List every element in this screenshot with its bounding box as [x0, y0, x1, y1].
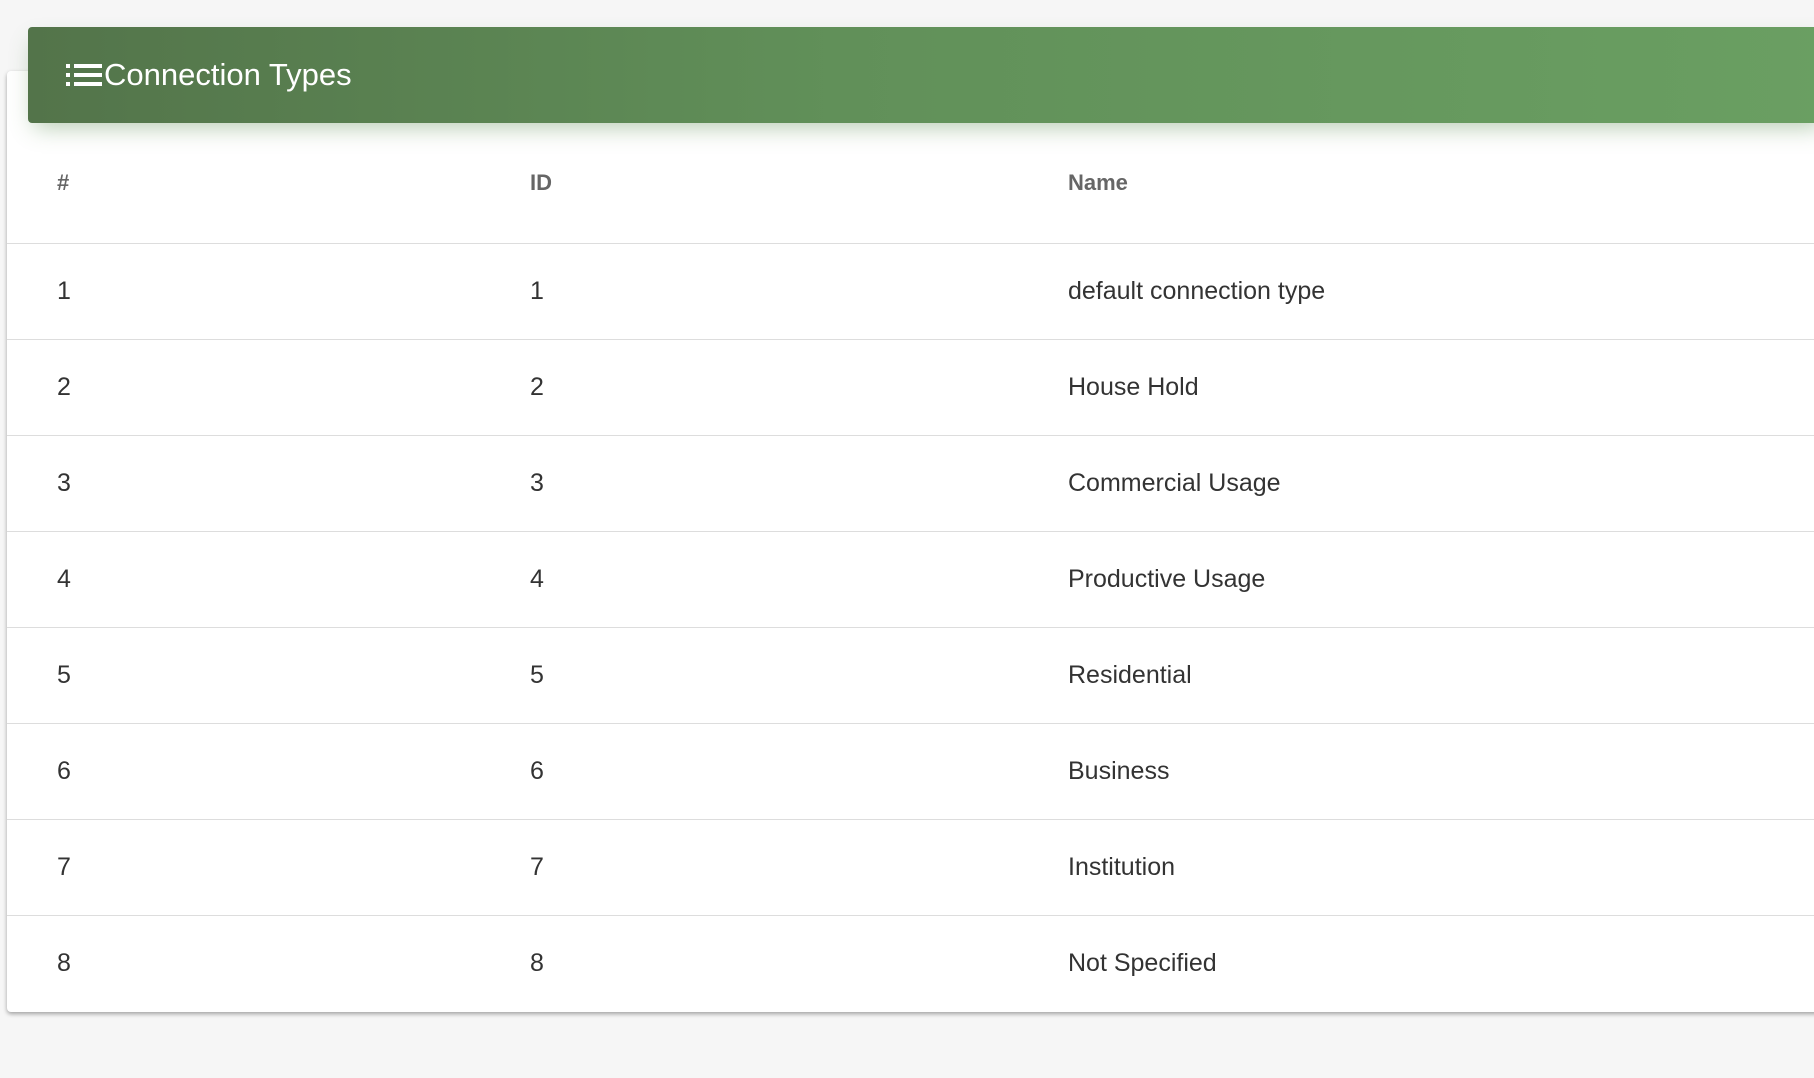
table-row[interactable]: 6 6 Business [7, 724, 1814, 820]
cell-index: 8 [57, 949, 71, 978]
table-row[interactable]: 8 8 Not Specified [7, 916, 1814, 1012]
cell-index: 4 [57, 565, 71, 593]
cell-id: 5 [530, 661, 544, 689]
list-icon [66, 64, 102, 86]
table-row[interactable]: 1 1 default connection type [7, 244, 1814, 340]
cell-index: 5 [57, 661, 71, 689]
cell-id: 6 [530, 757, 544, 785]
table-row[interactable]: 3 3 Commercial Usage [7, 436, 1814, 532]
page-title: Connection Types [104, 57, 352, 92]
table-row[interactable]: 4 4 Productive Usage [7, 532, 1814, 628]
cell-id: 2 [530, 373, 544, 401]
connection-types-table: # ID Name 1 1 default connection type 2 2 Hou… [7, 123, 1814, 1012]
table-header-row: # ID Name [7, 123, 1814, 244]
cell-index: 6 [57, 757, 71, 785]
cell-name: Commercial Usage [1068, 469, 1281, 497]
cell-id: 4 [530, 565, 544, 593]
table-row[interactable]: 5 5 Residential [7, 628, 1814, 724]
column-header-name[interactable]: Name [1068, 123, 1814, 244]
cell-name: default connection type [1068, 277, 1326, 305]
cell-id: 7 [530, 853, 544, 881]
cell-id: 3 [530, 469, 544, 497]
cell-index: 3 [57, 469, 71, 497]
cell-name: Institution [1068, 853, 1176, 881]
cell-index: 2 [57, 373, 71, 401]
cell-name: Not Specified [1068, 949, 1217, 978]
table-row[interactable]: 7 7 Institution [7, 820, 1814, 916]
cell-name: Residential [1068, 661, 1192, 689]
column-header-index[interactable]: # [7, 123, 530, 244]
cell-id: 1 [530, 277, 544, 305]
cell-name: Business [1068, 757, 1170, 785]
card-header: Connection Types [28, 27, 1814, 123]
cell-id: 8 [530, 949, 544, 978]
table-row[interactable]: 2 2 House Hold [7, 340, 1814, 436]
cell-index: 7 [57, 853, 71, 881]
cell-name: Productive Usage [1068, 565, 1266, 593]
cell-index: 1 [57, 277, 71, 305]
column-header-id[interactable]: ID [530, 123, 1068, 244]
cell-name: House Hold [1068, 373, 1199, 401]
